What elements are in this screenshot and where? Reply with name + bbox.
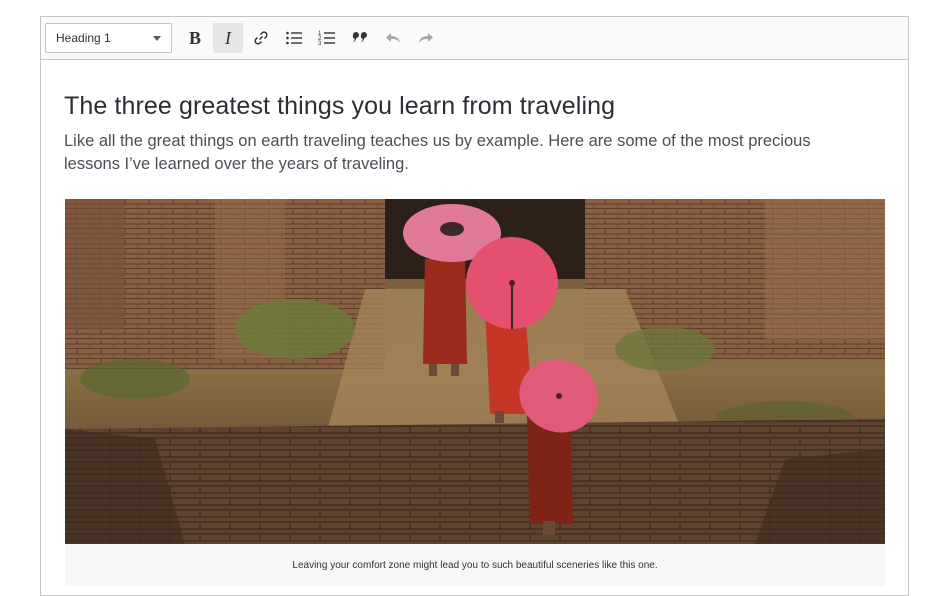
link-icon — [254, 31, 268, 45]
article-title[interactable]: The three greatest things you learn from… — [64, 92, 886, 121]
italic-button[interactable]: I — [213, 23, 243, 53]
undo-button[interactable] — [378, 23, 408, 53]
image-figure[interactable]: Leaving your comfort zone might lead you… — [65, 199, 885, 586]
italic-icon: I — [225, 27, 231, 48]
article-lead-paragraph[interactable]: Like all the great things on earth trave… — [64, 130, 864, 176]
redo-icon — [419, 33, 433, 43]
figure-caption[interactable]: Leaving your comfort zone might lead you… — [65, 544, 885, 586]
heading-dropdown-value: Heading 1 — [56, 31, 111, 45]
numbered-list-icon: 1 2 3 — [318, 31, 335, 47]
undo-icon — [386, 33, 400, 43]
bulleted-list-button[interactable] — [279, 23, 309, 53]
quote-icon — [352, 32, 367, 43]
svg-text:3: 3 — [318, 41, 322, 47]
link-button[interactable] — [246, 23, 276, 53]
rich-text-editor: Heading 1 B I 1 2 3 The three greatest t… — [40, 16, 909, 596]
editor-toolbar: Heading 1 B I 1 2 3 — [41, 17, 908, 60]
figure-image[interactable] — [65, 199, 885, 544]
chevron-down-icon — [153, 35, 161, 41]
numbered-list-button[interactable]: 1 2 3 — [312, 23, 342, 53]
heading-dropdown[interactable]: Heading 1 — [45, 23, 172, 53]
redo-button[interactable] — [411, 23, 441, 53]
bold-icon: B — [188, 27, 201, 48]
bulleted-list-icon — [286, 31, 302, 45]
bold-button[interactable]: B — [180, 23, 210, 53]
block-quote-button[interactable] — [345, 23, 375, 53]
